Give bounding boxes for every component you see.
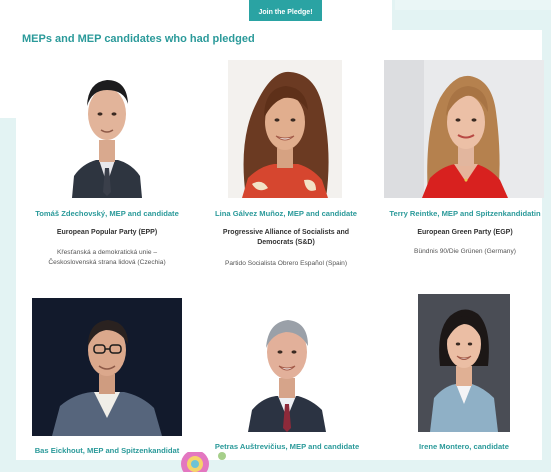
candidate-photo	[418, 294, 510, 432]
candidate-card: Bas Eickhout, MEP and Spitzenkandidat	[27, 298, 187, 460]
candidate-national-party: Křesťanská a demokratická unie – Českosl…	[48, 249, 166, 266]
logo-icon	[181, 452, 226, 472]
candidate-card: Tomáš Zdechovský, MEP and candidate Euro…	[28, 60, 186, 280]
section-title: MEPs and MEP candidates who had pledged	[22, 33, 255, 45]
candidate-name-link[interactable]: Petras Auštrevičius, MEP and candidate	[207, 442, 367, 451]
candidate-card: Terry Reintke, MEP and Spitzenkandidatin…	[383, 60, 547, 280]
join-pledge-button[interactable]: Join the Pledge!	[249, 0, 322, 21]
candidate-party: European Popular Party (EPP)	[56, 229, 158, 236]
candidate-name-link[interactable]: Bas Eickhout, MEP and Spitzenkandidat	[27, 446, 187, 455]
candidate-photo	[228, 60, 342, 198]
header-panel	[0, 0, 392, 30]
candidate-national-party: Partido Socialista Obrero Español (Spain…	[224, 260, 348, 267]
candidate-photo	[384, 60, 544, 198]
candidate-card: Irene Montero, candidate	[385, 294, 543, 460]
candidate-photo	[68, 60, 146, 198]
candidate-party: European Green Party (EGP)	[417, 229, 513, 236]
candidate-national-party: Bündnis 90/Die Grünen (Germany)	[414, 248, 516, 255]
left-band	[0, 0, 16, 118]
candidate-name-link[interactable]: Terry Reintke, MEP and Spitzenkandidatin	[383, 209, 547, 218]
candidate-photo	[32, 298, 182, 436]
candidate-card: Petras Auštrevičius, MEP and candidate	[207, 304, 367, 460]
candidate-name-link[interactable]: Tomáš Zdechovský, MEP and candidate	[28, 209, 186, 218]
header-panel-right	[395, 0, 551, 10]
candidate-photo	[246, 304, 328, 432]
candidate-party: Progressive Alliance of Socialists and D…	[222, 229, 350, 246]
candidate-card: Lina Gálvez Muñoz, MEP and candidate Pro…	[207, 60, 365, 280]
candidate-name-link[interactable]: Lina Gálvez Muñoz, MEP and candidate	[207, 209, 365, 218]
candidate-name-link[interactable]: Irene Montero, candidate	[385, 442, 543, 451]
